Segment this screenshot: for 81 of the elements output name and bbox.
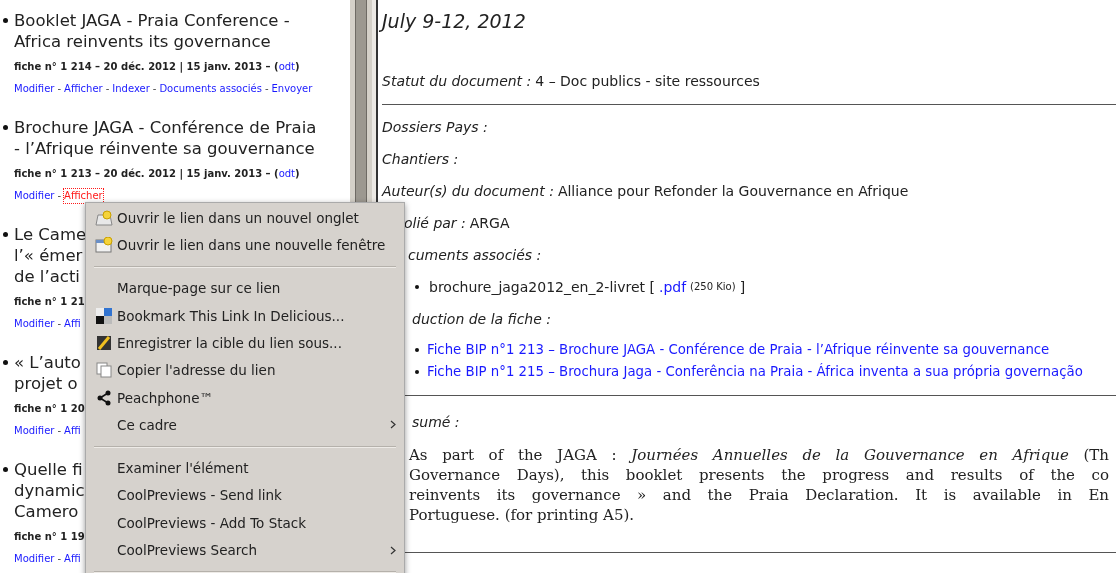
new-tab-icon [95, 209, 113, 226]
menu-item[interactable]: CoolPreviews - Send link [88, 481, 402, 510]
chevron-right-icon [390, 545, 396, 555]
field-label: Statut du document : [382, 72, 532, 91]
bullet-icon [3, 18, 8, 23]
new-window-icon [95, 237, 113, 253]
document-title: Booklet JAGA - Praia Conference - Africa reinvents its governance [14, 10, 290, 52]
menu-item[interactable]: Peachphone™ [88, 383, 402, 412]
menu-item[interactable]: Ouvrir le lien dans une nouvelle fenêtre [88, 231, 402, 259]
document-title: Quelle fi dynamic Camero [14, 459, 85, 522]
bracket-text: ] [739, 278, 746, 297]
action-link[interactable]: Affi [64, 552, 81, 566]
bullet-icon [415, 348, 419, 352]
menu-item[interactable]: Enregistrer la cible du lien sous... [88, 329, 402, 357]
menu-item[interactable]: CoolPreviews Search [88, 536, 402, 564]
document-title: Brochure JAGA - Conférence de Praia - l’Afrique réinvente sa gouvernance [14, 117, 317, 159]
bullet-icon [3, 232, 8, 237]
bullet-icon [415, 285, 419, 289]
separator-text: - [152, 82, 157, 96]
pdf-link[interactable]: .pdf [658, 277, 687, 297]
field-label: olié par : [404, 214, 466, 233]
odt-link[interactable]: odt [278, 60, 296, 74]
translation-link[interactable]: Fiche BIP n°1 215 – Brochura Jaga - Conferência na Praia - África inventa a sua própria governação [427, 361, 1083, 383]
action-link[interactable]: Affi [64, 317, 81, 331]
field-label: cuments associés : [408, 246, 542, 265]
field-value: Alliance pour Refonder la Gouvernance en Afrique [557, 182, 909, 201]
field-value: 4 – Doc publics - site ressources [535, 72, 760, 91]
field-label: Dossiers Pays : [382, 118, 488, 137]
copy-icon [96, 362, 112, 379]
share-icon [96, 389, 112, 406]
separator-text: - [57, 424, 62, 438]
bullet-icon [3, 467, 8, 472]
field-label: sumé : [412, 413, 460, 432]
document-meta: fiche n° 1 20 [14, 402, 85, 416]
action-link[interactable]: Modifier [14, 424, 55, 438]
action-link[interactable]: Modifier [14, 552, 55, 566]
separator-text: - [264, 82, 269, 96]
action-link[interactable]: Affi [64, 424, 81, 438]
field-label: Auteur(s) du document : [382, 182, 554, 201]
document-meta: ) [295, 167, 300, 181]
action-link[interactable]: Modifier [14, 82, 55, 96]
menu-item[interactable]: Examiner l'élément [88, 454, 402, 482]
separator-text: - [57, 552, 62, 566]
save-icon [96, 334, 112, 351]
document-meta: fiche n° 1 19 [14, 530, 85, 544]
summary-paragraph: As part of the JAGA : Journées Annuelles de la Gouvernance en Afrique (Th Governance Days), this booklet presents the progress and results of the co reinvents its governance » and the Praia Declaration. It is available in En Portuguese. (for printing A5). [409, 445, 1109, 525]
translation-link[interactable]: Fiche BIP n°1 213 – Brochure JAGA - Conférence de Praia - l’Afrique réinvente sa gouvernance [427, 339, 1050, 361]
menu-item[interactable]: Ce cadre [88, 411, 402, 439]
action-link[interactable]: Modifier [14, 317, 55, 331]
file-name: brochure_jaga2012_en_2-livret [ [429, 278, 655, 297]
bullet-icon [3, 125, 8, 130]
bullet-icon [3, 360, 8, 365]
separator-text: - [57, 317, 62, 331]
action-link[interactable]: Afficher [64, 82, 103, 96]
menu-item[interactable]: CoolPreviews - Add To Stack [88, 509, 402, 537]
document-meta: ) [295, 60, 300, 74]
menu-item[interactable]: Marque-page sur ce lien [88, 274, 402, 302]
document-meta: fiche n° 1 213 – 20 déc. 2012 | 15 janv. 2013 – ( [14, 167, 279, 181]
field-label: duction de la fiche : [412, 310, 551, 329]
separator-text: - [57, 189, 62, 203]
document-title: Le Came l’« émer de l’acti [14, 224, 87, 287]
grid-icon [96, 307, 112, 324]
field-value: ARGA [469, 214, 510, 233]
file-size: (250 Kio) [690, 280, 736, 294]
menu-item[interactable]: Copier l'adresse du lien [88, 356, 402, 384]
action-link[interactable]: Afficher [64, 189, 103, 203]
field-label: Chantiers : [382, 150, 459, 169]
action-link[interactable]: Modifier [14, 189, 55, 203]
odt-link[interactable]: odt [278, 167, 296, 181]
menu-item[interactable]: Ouvrir le lien dans un nouvel onglet [88, 204, 402, 232]
separator-text: - [57, 82, 62, 96]
bullet-icon [415, 370, 419, 374]
action-link[interactable]: Indexer [112, 82, 150, 96]
action-link[interactable]: Documents associés [159, 82, 262, 96]
document-meta: fiche n° 1 214 – 20 déc. 2012 | 15 janv. 2013 – ( [14, 60, 279, 74]
document-meta: fiche n° 1 21 [14, 295, 85, 309]
menu-item[interactable]: Bookmark This Link In Delicious... [88, 302, 402, 330]
separator-text: - [105, 82, 110, 96]
document-title: « L’auto projet o [14, 352, 81, 394]
action-link[interactable]: Envoyer [271, 82, 313, 96]
chevron-right-icon [390, 420, 396, 430]
